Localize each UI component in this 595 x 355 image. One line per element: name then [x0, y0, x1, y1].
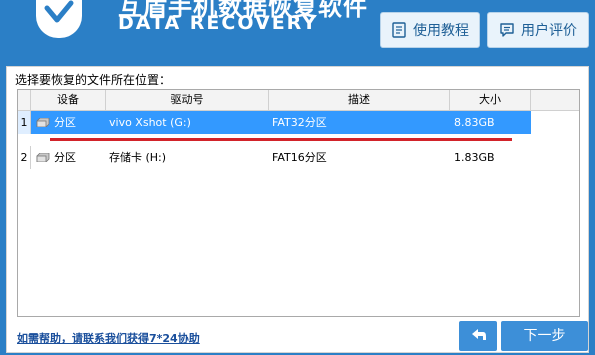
document-icon: [392, 22, 406, 38]
app-header: 互盾手机数据恢复软件 DATA RECOVERY 使用教程 用户评价: [0, 0, 595, 66]
main-panel: 选择要恢复的文件所在位置： 设备 驱动号 描述 大小 1 分区 vivo Xsh…: [6, 66, 589, 353]
row-device: 分区: [54, 151, 76, 164]
selection-underline: [50, 138, 512, 141]
next-button[interactable]: 下一步: [501, 321, 588, 351]
back-button[interactable]: [459, 321, 497, 351]
drive-icon: [36, 153, 50, 162]
column-header-device[interactable]: 设备: [31, 90, 106, 110]
comment-icon: [500, 23, 514, 37]
column-header-description[interactable]: 描述: [269, 90, 450, 110]
app-subtitle: DATA RECOVERY: [118, 12, 319, 34]
row-drive: vivo Xshot (G:): [109, 116, 191, 129]
row-drive: 存储卡 (H:): [109, 151, 167, 164]
table-header: 设备 驱动号 描述 大小: [18, 90, 579, 111]
row-size: 8.83GB: [454, 116, 495, 129]
drive-table: 设备 驱动号 描述 大小 1 分区 vivo Xshot (G:) FAT32分…: [17, 89, 580, 317]
location-prompt: 选择要恢复的文件所在位置：: [15, 73, 172, 87]
row-number: 2: [18, 146, 31, 169]
header-corner: [18, 90, 31, 110]
column-header-drive[interactable]: 驱动号: [106, 90, 269, 110]
help-link[interactable]: 如需帮助，请联系我们获得7*24协助: [17, 330, 200, 346]
table-row[interactable]: 1 分区 vivo Xshot (G:) FAT32分区 8.83GB: [18, 111, 579, 134]
row-description: FAT16分区: [272, 151, 327, 164]
tutorial-button[interactable]: 使用教程: [380, 12, 480, 48]
table-row[interactable]: 2 分区 存储卡 (H:) FAT16分区 1.83GB: [18, 146, 579, 169]
review-label: 用户评价: [521, 23, 577, 39]
tutorial-label: 使用教程: [413, 23, 469, 39]
row-device: 分区: [54, 116, 76, 129]
app-logo: [36, 0, 82, 38]
row-size: 1.83GB: [454, 151, 495, 164]
drive-icon: [36, 118, 50, 127]
shield-check-icon: [44, 0, 74, 23]
review-button[interactable]: 用户评价: [487, 12, 589, 48]
row-description: FAT32分区: [272, 116, 327, 129]
row-number: 1: [18, 111, 31, 134]
back-arrow-icon: [472, 329, 486, 340]
column-header-size[interactable]: 大小: [450, 90, 531, 110]
